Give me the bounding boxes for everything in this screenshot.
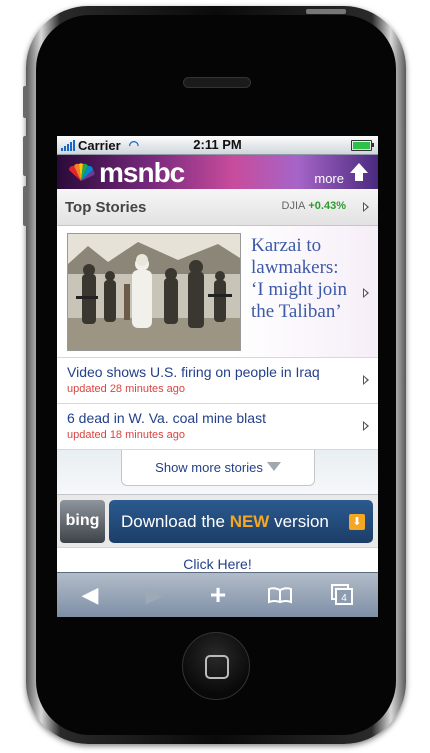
volume-up-button [23, 136, 28, 176]
arrow-up-icon[interactable] [348, 161, 370, 183]
bookmarks-icon[interactable] [255, 573, 305, 617]
peacock-logo-icon [68, 163, 95, 181]
chevron-right-icon [363, 202, 369, 212]
forward-icon[interactable]: ▶ [129, 573, 179, 617]
brand-header: msnbc more [57, 155, 378, 189]
story-title[interactable]: Video shows U.S. firing on people in Ira… [67, 364, 320, 380]
featured-story-headline[interactable]: Karzai to lawmakers: ‘I might join the T… [251, 235, 351, 323]
news-photo-image [68, 234, 240, 350]
carrier-label: Carrier [78, 137, 121, 153]
back-icon[interactable]: ◀ [65, 573, 115, 617]
download-arrow-icon: ⬇ [349, 514, 365, 530]
story-timestamp: updated 18 minutes ago [67, 429, 186, 441]
status-bar: Carrier ◠ 2:11 PM [57, 136, 378, 155]
battery-icon [351, 140, 374, 151]
djia-change: +0.43% [308, 200, 346, 212]
add-bookmark-icon[interactable]: + [193, 573, 243, 617]
featured-story-photo[interactable] [67, 233, 241, 351]
mute-switch [23, 86, 28, 118]
story-item[interactable]: 6 dead in W. Va. coal mine blast updated… [57, 404, 378, 450]
wifi-icon: ◠ [128, 138, 140, 152]
more-link[interactable]: more [314, 171, 344, 186]
djia-label: DJIA [281, 200, 306, 212]
chevron-right-icon [363, 375, 369, 385]
featured-story[interactable]: Karzai to lawmakers: ‘I might join the T… [57, 226, 378, 358]
triangle-down-icon [266, 462, 281, 472]
download-banner: bing Download the NEW version ⬇ [57, 495, 378, 548]
download-new-version-button[interactable]: Download the NEW version ⬇ [109, 500, 373, 543]
djia-ticker[interactable]: DJIA +0.43% [282, 200, 346, 212]
sleep-button [306, 9, 346, 14]
download-text-before: Download the [121, 512, 230, 531]
home-button[interactable] [182, 632, 250, 700]
home-square-icon [205, 655, 229, 679]
chevron-right-icon [363, 421, 369, 431]
show-more-button[interactable]: Show more stories [121, 450, 315, 486]
story-item[interactable]: Video shows U.S. firing on people in Ira… [57, 358, 378, 404]
tabs-icon[interactable]: 4 [317, 573, 367, 617]
browser-toolbar: ◀ ▶ + 4 [57, 572, 378, 617]
earpiece-speaker [183, 77, 251, 88]
show-more-area: Show more stories [57, 450, 378, 495]
signal-bars-icon [61, 139, 75, 151]
brand-name: msnbc [99, 157, 185, 188]
bing-logo[interactable]: bing [60, 500, 105, 543]
section-title: Top Stories [65, 198, 147, 216]
chevron-right-icon [363, 288, 369, 298]
show-more-label: Show more stories [155, 460, 263, 475]
download-text-new: NEW [229, 512, 270, 531]
story-timestamp: updated 28 minutes ago [67, 383, 186, 395]
top-stories-header[interactable]: Top Stories DJIA +0.43% [57, 189, 378, 226]
screen: Carrier ◠ 2:11 PM msnbc more Top Stories… [57, 136, 378, 617]
download-text-after: version [269, 512, 329, 531]
story-title[interactable]: 6 dead in W. Va. coal mine blast [67, 410, 266, 426]
volume-down-button [23, 186, 28, 226]
tabs-count: 4 [341, 593, 347, 604]
